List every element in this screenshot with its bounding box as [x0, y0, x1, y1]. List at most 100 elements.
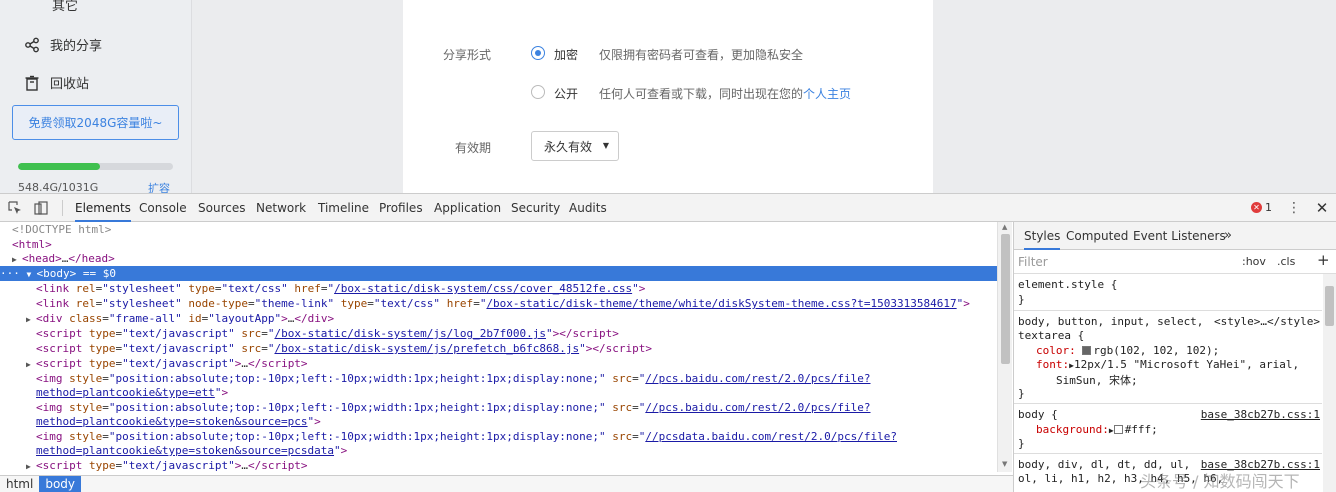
public-share-label[interactable]: 公开	[554, 85, 578, 102]
tab-application[interactable]: Application	[434, 194, 501, 222]
error-counter[interactable]: ✕ 1	[1251, 201, 1272, 214]
img-src-link-1-cont[interactable]: method=plantcookie&type=ett	[36, 386, 215, 399]
device-toolbar-icon[interactable]	[32, 199, 50, 217]
color-swatch[interactable]	[1082, 346, 1092, 355]
css-value-background[interactable]: #fff;	[1125, 423, 1158, 436]
styles-scrollbar[interactable]	[1323, 274, 1336, 492]
head-close-tag: </head>	[68, 252, 115, 265]
rule-selector: body {	[1018, 408, 1058, 421]
elements-scrollbar-thumb[interactable]	[1001, 234, 1010, 364]
rule-selector: body, button, input, select,	[1018, 315, 1204, 328]
dom-line-div-layout[interactable]: ▶ <div class="frame-all" id="layoutApp">……	[0, 311, 997, 326]
error-count-value: 1	[1265, 201, 1272, 214]
storage-usage-text: 548.4G/1031G	[18, 181, 99, 193]
more-options-icon[interactable]: ⋮	[1285, 199, 1303, 217]
div-id-value: layoutApp	[214, 312, 275, 325]
script-link-2[interactable]: /box-static/disk-system/js/prefetch_b6fc…	[274, 342, 579, 355]
img-src-link-3[interactable]: //pcsdata.baidu.com/rest/2.0/pcs/file?	[645, 430, 897, 443]
tab-event-listeners[interactable]: Event Listeners	[1133, 222, 1226, 250]
expand-triangle-icon[interactable]: ▶	[26, 357, 36, 372]
validity-select[interactable]: 永久有效 ▼	[531, 131, 619, 161]
tab-styles[interactable]: Styles	[1024, 222, 1061, 250]
dom-line-script-3[interactable]: ▶ <script type="text/javascript">…</scrip…	[0, 356, 997, 371]
img-src-link-3-cont[interactable]: method=plantcookie&type=stoken&source=pc…	[36, 444, 334, 457]
style-rule-body-inputs[interactable]: body, button, input, select, <style>…</s…	[1014, 311, 1322, 404]
img-src-link-2-cont[interactable]: method=plantcookie&type=stoken&source=pc…	[36, 415, 308, 428]
css-value-color[interactable]: rgb(102, 102, 102);	[1093, 344, 1219, 357]
dom-line-link-2[interactable]: <link rel="stylesheet" node-type="theme-…	[0, 296, 997, 311]
collapse-triangle-icon[interactable]: ▼	[27, 267, 37, 282]
class-toggle[interactable]: .cls	[1277, 255, 1295, 268]
dom-line-img-3[interactable]: <img style="position:absolute;top:-10px;…	[0, 429, 997, 444]
tab-network[interactable]: Network	[256, 194, 306, 222]
dom-breadcrumb: html body	[0, 475, 1013, 492]
img-src-link-2[interactable]: //pcs.baidu.com/rest/2.0/pcs/file?	[645, 401, 870, 414]
tab-sources[interactable]: Sources	[198, 194, 245, 222]
dom-line-head[interactable]: ▶ <head>…</head>	[0, 251, 997, 266]
stylesheet-link-2[interactable]: /box-static/disk-theme/theme/white/diskS…	[486, 297, 956, 310]
img-style-value: position:absolute;top:-10px;left:-10px;w…	[115, 430, 599, 443]
personal-homepage-link[interactable]: 个人主页	[803, 87, 851, 101]
caret-down-icon: ▼	[602, 141, 609, 150]
tab-audits[interactable]: Audits	[569, 194, 607, 222]
dom-line-link-1[interactable]: <link rel="stylesheet" type="text/css" h…	[0, 281, 997, 296]
tab-profiles[interactable]: Profiles	[379, 194, 423, 222]
styles-scrollbar-thumb[interactable]	[1325, 286, 1334, 326]
new-rule-plus-icon[interactable]: +	[1317, 251, 1330, 269]
storage-progress-bar	[18, 163, 173, 170]
tab-computed[interactable]: Computed	[1066, 222, 1128, 250]
sidebar-item-other[interactable]: 其它	[52, 0, 78, 14]
rule-source-link[interactable]: base_38cb27b.css:1	[1201, 408, 1320, 421]
img-src-link-1[interactable]: //pcs.baidu.com/rest/2.0/pcs/file?	[645, 372, 870, 385]
dom-line-script-1[interactable]: <script type="text/javascript" src="/box…	[0, 326, 997, 341]
dom-line-img-2-cont[interactable]: method=plantcookie&type=stoken&source=pc…	[0, 414, 997, 429]
styles-filter-row: :hov .cls +	[1014, 250, 1336, 274]
sidebar-item-recycle-bin[interactable]: 回收站	[24, 73, 89, 92]
elements-scrollbar[interactable]: ▲ ▼	[997, 222, 1012, 472]
free-capacity-button[interactable]: 免费领取2048G容量啦~	[12, 105, 179, 140]
public-share-radio[interactable]	[531, 85, 545, 99]
close-icon[interactable]: ✕	[1313, 199, 1331, 217]
dom-line-html[interactable]: <html>	[0, 237, 997, 252]
private-share-label[interactable]: 加密	[554, 46, 578, 63]
style-rule-body[interactable]: body { base_38cb27b.css:1 background:▶ #f…	[1014, 404, 1322, 454]
expand-triangle-icon[interactable]: ▶	[26, 312, 36, 327]
dom-line-img-1[interactable]: <img style="position:absolute;top:-10px;…	[0, 371, 997, 386]
css-property-font[interactable]: font:	[1036, 358, 1069, 371]
dom-line-img-3-cont[interactable]: method=plantcookie&type=stoken&source=pc…	[0, 443, 997, 458]
hover-state-toggle[interactable]: :hov	[1242, 255, 1266, 268]
dom-line-script-2[interactable]: <script type="text/javascript" src="/box…	[0, 341, 997, 356]
css-property-color[interactable]: color:	[1036, 344, 1076, 357]
sidebar-item-my-share[interactable]: 我的分享	[24, 35, 102, 54]
sidebar-item-label: 我的分享	[50, 39, 103, 54]
color-swatch[interactable]	[1113, 425, 1123, 434]
script-link-1[interactable]: /box-static/disk-system/js/log_2b7f000.j…	[274, 327, 546, 340]
scroll-up-icon[interactable]: ▲	[1002, 223, 1007, 231]
more-tabs-chevron-icon[interactable]: »	[1224, 222, 1232, 250]
tab-console[interactable]: Console	[139, 194, 187, 222]
breadcrumb-body[interactable]: body	[39, 476, 82, 492]
dom-line-script-4[interactable]: ▶ <script type="text/javascript">…</scrip…	[0, 458, 997, 472]
breadcrumb-html[interactable]: html	[0, 476, 39, 492]
trash-icon	[25, 75, 39, 91]
expand-triangle-icon[interactable]: ▶	[12, 252, 22, 267]
elements-dom-tree[interactable]: <!DOCTYPE html> <html> ▶ <head>…</head> ·…	[0, 222, 1013, 472]
style-rule-element[interactable]: element.style { }	[1014, 274, 1322, 311]
scroll-down-icon[interactable]: ▼	[1002, 460, 1007, 468]
css-property-background[interactable]: background:	[1036, 423, 1109, 436]
dom-line-img-1-cont[interactable]: method=plantcookie&type=ett">	[0, 385, 997, 400]
inspect-element-icon[interactable]	[6, 199, 24, 217]
dom-line-doctype[interactable]: <!DOCTYPE html>	[0, 222, 997, 237]
stylesheet-link-1[interactable]: /box-static/disk-system/css/cover_48512f…	[334, 282, 632, 295]
css-value-font[interactable]: 12px/1.5 "Microsoft YaHei", arial,	[1074, 358, 1299, 371]
css-value-font-cont: SimSun, 宋体;	[1056, 374, 1138, 387]
tab-timeline[interactable]: Timeline	[318, 194, 369, 222]
expand-capacity-link[interactable]: 扩容	[148, 180, 170, 193]
dom-line-img-2[interactable]: <img style="position:absolute;top:-10px;…	[0, 400, 997, 415]
tab-elements[interactable]: Elements	[75, 194, 131, 222]
private-share-radio[interactable]	[531, 46, 545, 60]
styles-filter-input[interactable]	[1018, 253, 1218, 271]
tab-security[interactable]: Security	[511, 194, 560, 222]
expand-triangle-icon[interactable]: ▶	[26, 459, 36, 472]
dom-line-body[interactable]: ··· ▼ <body> == $0	[0, 266, 997, 281]
